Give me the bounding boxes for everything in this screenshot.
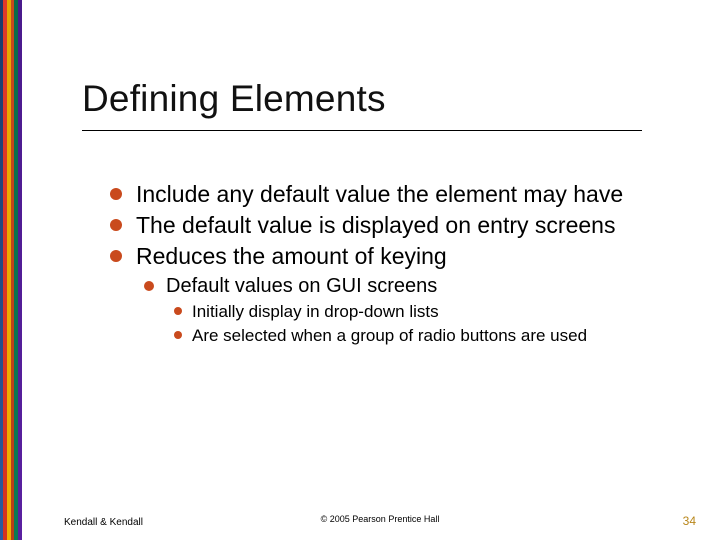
list-item: Include any default value the element ma… (110, 180, 670, 209)
list-item: The default value is displayed on entry … (110, 211, 670, 240)
bullet-list-level3: Initially display in drop-down lists Are… (174, 301, 670, 346)
title-underline (82, 130, 642, 131)
slide-title: Defining Elements (82, 78, 680, 120)
title-block: Defining Elements (82, 78, 680, 131)
list-item: Initially display in drop-down lists (174, 301, 670, 322)
list-item: Are selected when a group of radio butto… (174, 325, 670, 346)
list-item-text: Default values on GUI screens (166, 275, 437, 297)
bullet-list-level2: Default values on GUI screens Initially … (144, 274, 670, 346)
list-item-text: Reduces the amount of keying (136, 243, 447, 269)
footer-copyright: © 2005 Pearson Prentice Hall (64, 514, 696, 524)
list-item: Reduces the amount of keying Default val… (110, 242, 670, 346)
footer: Kendall & Kendall © 2005 Pearson Prentic… (64, 514, 696, 528)
list-item: Default values on GUI screens Initially … (144, 274, 670, 346)
body-content: Include any default value the element ma… (110, 180, 670, 348)
slide: Defining Elements Include any default va… (0, 0, 720, 540)
bullet-list-level1: Include any default value the element ma… (110, 180, 670, 346)
decorative-side-stripe (0, 0, 22, 540)
